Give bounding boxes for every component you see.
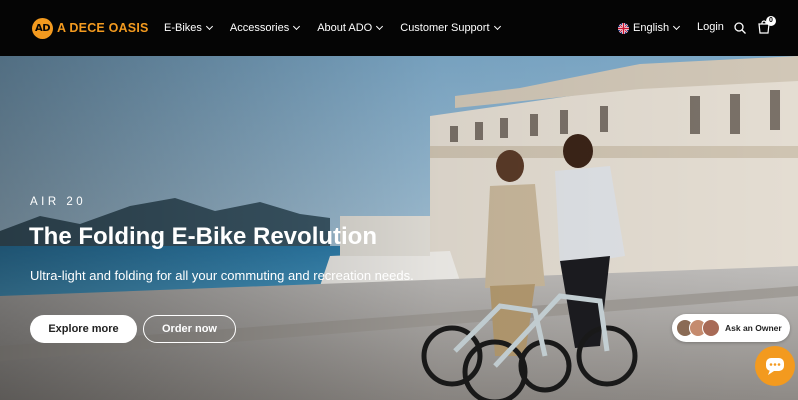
brand-logo[interactable]: AD A DECE OASIS	[32, 17, 149, 39]
hero-subline: Ultra-light and folding for all your com…	[30, 268, 414, 283]
hero-banner: AIR 20 The Folding E-Bike Revolution Ult…	[0, 56, 798, 400]
main-menu: E-Bikes Accessories About ADO Customer S…	[164, 0, 518, 56]
brand-name: A DECE OASIS	[57, 21, 149, 35]
chevron-down-icon	[293, 22, 301, 31]
hero-eyebrow: AIR 20	[30, 196, 87, 208]
chevron-down-icon	[376, 22, 384, 31]
chevron-down-icon	[493, 22, 501, 31]
owner-avatar	[702, 319, 720, 337]
menu-item-label: About ADO	[317, 22, 373, 34]
menu-item-label: Accessories	[229, 22, 290, 34]
explore-more-button[interactable]: Explore more	[30, 315, 137, 343]
menu-item-label: E-Bikes	[164, 22, 202, 34]
top-navigation: AD A DECE OASIS E-Bikes Accessories Abou…	[0, 0, 798, 56]
logo-monogram: AD	[34, 22, 51, 34]
hero-headline: The Folding E-Bike Revolution	[29, 223, 377, 250]
menu-item-about[interactable]: About ADO	[317, 22, 384, 34]
order-now-button[interactable]: Order now	[143, 315, 236, 343]
language-label: English	[633, 22, 670, 34]
logo-mark: AD	[32, 17, 53, 39]
chat-bubble-icon	[766, 358, 784, 375]
ask-an-owner-widget[interactable]: Ask an Owner	[672, 314, 790, 342]
menu-item-label: Customer Support	[400, 22, 490, 34]
menu-item-accessories[interactable]: Accessories	[229, 22, 301, 34]
chevron-down-icon	[205, 22, 213, 31]
cart-count-badge: 0	[766, 16, 776, 26]
menu-item-e-bikes[interactable]: E-Bikes	[164, 22, 213, 34]
uk-flag-icon	[618, 22, 629, 34]
chat-launcher-button[interactable]	[755, 346, 795, 386]
search-icon[interactable]	[734, 22, 746, 34]
menu-item-customer-support[interactable]: Customer Support	[400, 22, 501, 34]
chevron-down-icon	[673, 22, 681, 31]
language-selector[interactable]: English	[618, 0, 681, 56]
owner-avatars	[676, 319, 720, 337]
ask-an-owner-label: Ask an Owner	[725, 323, 782, 333]
login-link[interactable]: Login	[697, 21, 724, 33]
